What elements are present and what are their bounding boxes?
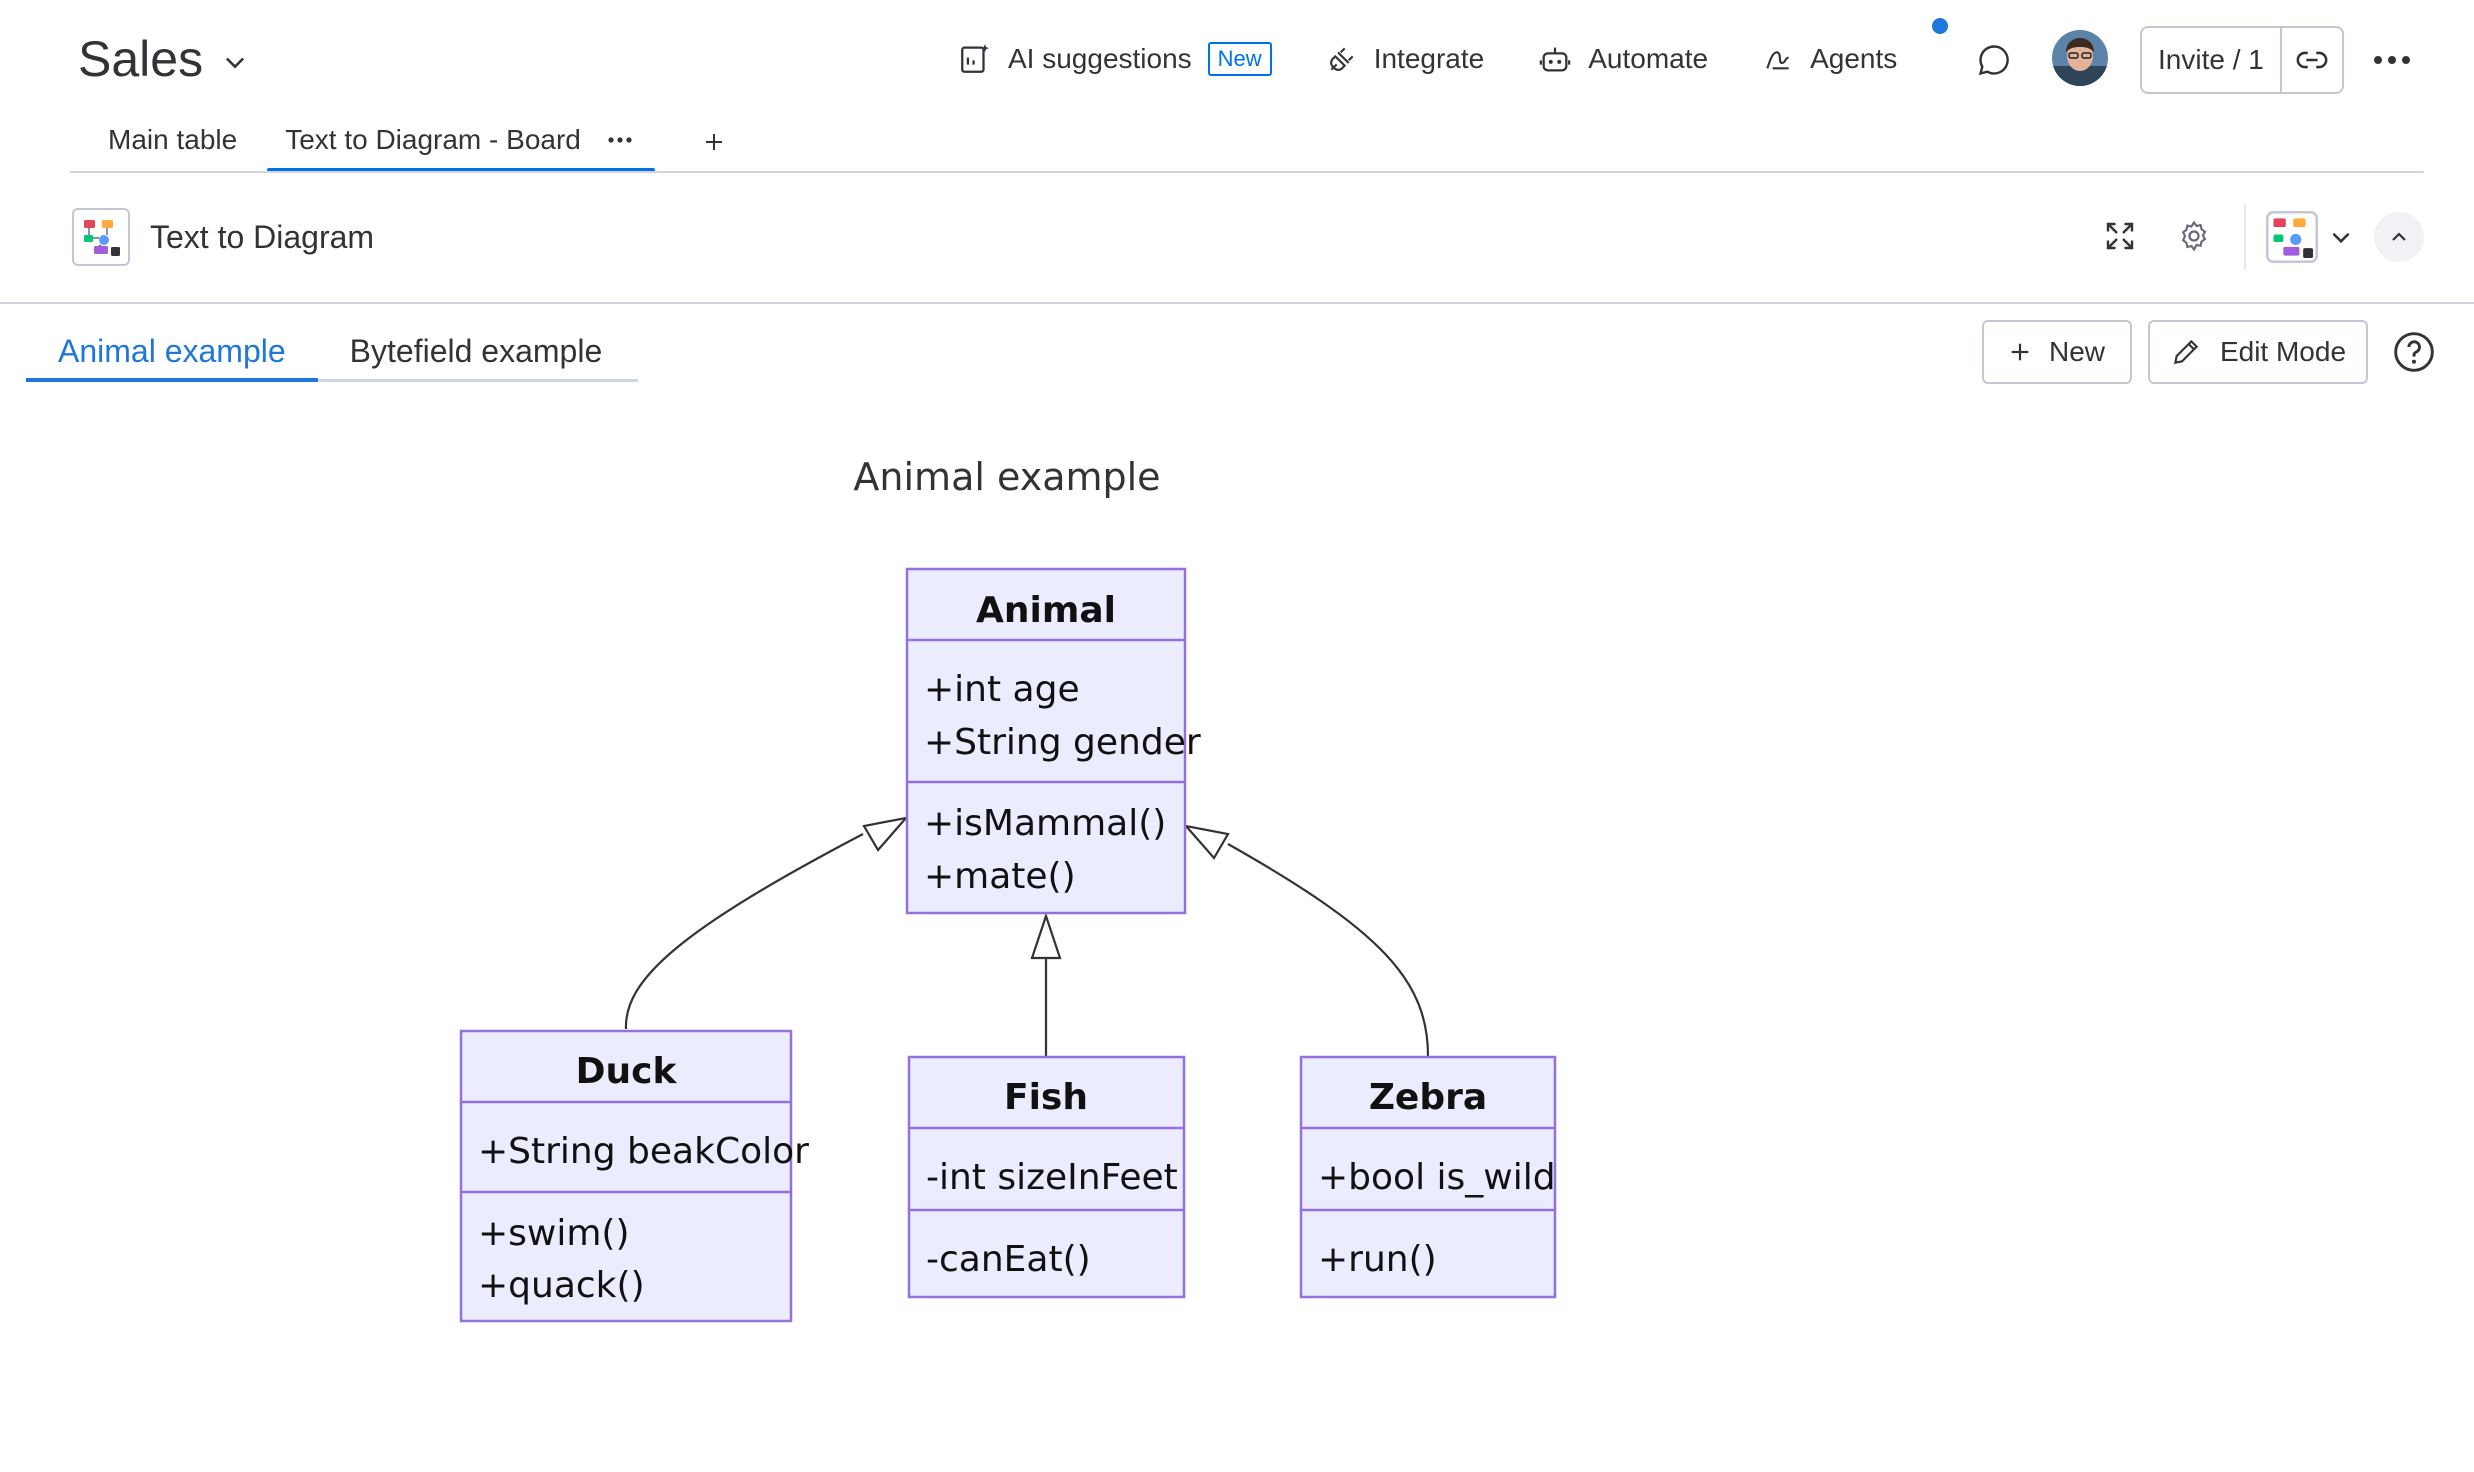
plus-icon: [2011, 343, 2029, 361]
more-options-button[interactable]: [2364, 32, 2420, 88]
tab-label: Main table: [108, 124, 238, 155]
class-method: +run(): [1318, 1239, 1437, 1280]
tab-bytefield-example[interactable]: Bytefield example: [318, 320, 635, 382]
widget-separator: [2244, 204, 2246, 270]
new-button-label: New: [2048, 336, 2105, 367]
text-to-diagram-app-icon: [72, 208, 130, 266]
chevron-down-icon: [226, 57, 245, 69]
diagram-app-icon: [2266, 211, 2318, 263]
class-attribute: +bool is_wild: [1318, 1157, 1556, 1198]
chevron-up-icon: [2392, 232, 2406, 241]
tab-divider: [70, 171, 2424, 173]
edit-mode-button[interactable]: Edit Mode: [2148, 320, 2368, 384]
avatar-image: [2052, 30, 2108, 86]
robot-icon: [1539, 47, 1571, 72]
class-animal[interactable]: Animal +int age +String gender +isMammal…: [905, 567, 1201, 915]
fullscreen-button[interactable]: [2092, 208, 2148, 264]
automate-button[interactable]: Automate: [1538, 42, 1708, 76]
collapse-button[interactable]: [2374, 212, 2424, 262]
diagram-app-icon: [84, 220, 120, 256]
tab-text-to-diagram-board[interactable]: Text to Diagram - Board: [267, 108, 655, 172]
plus-icon: [706, 134, 722, 150]
section-divider: [0, 302, 2474, 304]
class-method: -canEat(): [926, 1239, 1091, 1280]
class-diagram: Animal example Animal +int age +String g…: [459, 455, 1557, 1323]
class-fish[interactable]: Fish -int sizeInFeet -canEat(): [907, 1055, 1186, 1299]
settings-button[interactable]: [2166, 208, 2222, 264]
invite-group: Invite / 1: [2140, 26, 2344, 94]
class-method: +isMammal(): [924, 803, 1166, 844]
tab-label: Bytefield example: [349, 332, 603, 369]
chat-bubble-icon: [1978, 45, 2009, 76]
agents-button[interactable]: Agents: [1762, 43, 1897, 75]
class-attribute: +String beakColor: [478, 1131, 809, 1172]
agents-label: Agents: [1810, 43, 1898, 74]
updates-button[interactable]: [1966, 32, 2022, 88]
edge-zebra-animal: [1227, 843, 1430, 1057]
tab-label: Animal example: [58, 332, 286, 369]
link-icon: [2296, 51, 2328, 69]
pencil-icon: [2173, 339, 2199, 365]
tab-animal-example[interactable]: Animal example: [26, 320, 318, 382]
help-button[interactable]: [2390, 328, 2438, 376]
class-duck[interactable]: Duck +String beakColor +swim() +quack(): [459, 1029, 809, 1323]
class-name: Zebra: [1369, 1077, 1487, 1118]
invite-button[interactable]: Invite / 1: [2142, 28, 2282, 92]
notification-dot: [1932, 18, 1948, 34]
agents-icon: [1766, 51, 1789, 70]
class-attribute: -int sizeInFeet: [926, 1157, 1178, 1198]
edge-duck-animal: [624, 833, 864, 1030]
ai-suggestions-button[interactable]: AI suggestions New: [958, 42, 1272, 76]
chevron-down-icon: [2332, 232, 2350, 244]
new-diagram-button[interactable]: New: [1982, 320, 2132, 384]
tab-options-icon[interactable]: [607, 136, 633, 144]
board-title-dropdown[interactable]: Sales: [78, 24, 249, 94]
new-badge: New: [1207, 42, 1272, 76]
copy-link-button[interactable]: [2282, 28, 2342, 92]
add-view-button[interactable]: [690, 118, 738, 166]
ai-sparkle-board-icon: [961, 44, 989, 73]
inheritance-arrow-icon: [862, 816, 909, 852]
board-title: Sales: [78, 31, 204, 87]
gear-icon: [2181, 220, 2207, 252]
expand-icon: [2106, 222, 2134, 250]
tab-label: Text to Diagram - Board: [285, 124, 581, 155]
view-tabs: Main table Text to Diagram - Board: [70, 108, 655, 172]
class-name: Animal: [976, 590, 1116, 631]
diagram-title: Animal example: [853, 455, 1160, 499]
automate-label: Automate: [1588, 43, 1709, 74]
inheritance-arrow-icon: [1030, 912, 1062, 960]
integrate-label: Integrate: [1373, 43, 1485, 74]
class-attribute: +String gender: [924, 722, 1201, 763]
inheritance-arrow-icon: [1183, 824, 1230, 860]
app-switcher-dropdown[interactable]: [2266, 208, 2366, 266]
ai-suggestions-label: AI suggestions: [1008, 43, 1192, 74]
class-method: +mate(): [924, 856, 1076, 897]
class-name: Duck: [576, 1051, 678, 1092]
plug-icon: [1329, 47, 1354, 71]
class-method: +swim(): [478, 1213, 630, 1254]
widget-title: Text to Diagram: [150, 219, 375, 255]
more-dots-icon: [2374, 56, 2410, 64]
tab-main-table[interactable]: Main table: [70, 108, 275, 172]
user-avatar[interactable]: [2052, 30, 2108, 86]
header-actions: AI suggestions New Integrate Automate Ag…: [958, 24, 1897, 94]
diagram-tabs: Animal example Bytefield example: [26, 320, 634, 382]
class-method: +quack(): [478, 1265, 645, 1306]
edit-mode-label: Edit Mode: [2219, 336, 2347, 367]
integrate-button[interactable]: Integrate: [1326, 43, 1485, 75]
question-circle-icon: [2394, 332, 2434, 372]
class-attribute: +int age: [924, 669, 1080, 710]
class-zebra[interactable]: Zebra +bool is_wild +run(): [1299, 1055, 1557, 1299]
class-name: Fish: [1004, 1077, 1088, 1118]
